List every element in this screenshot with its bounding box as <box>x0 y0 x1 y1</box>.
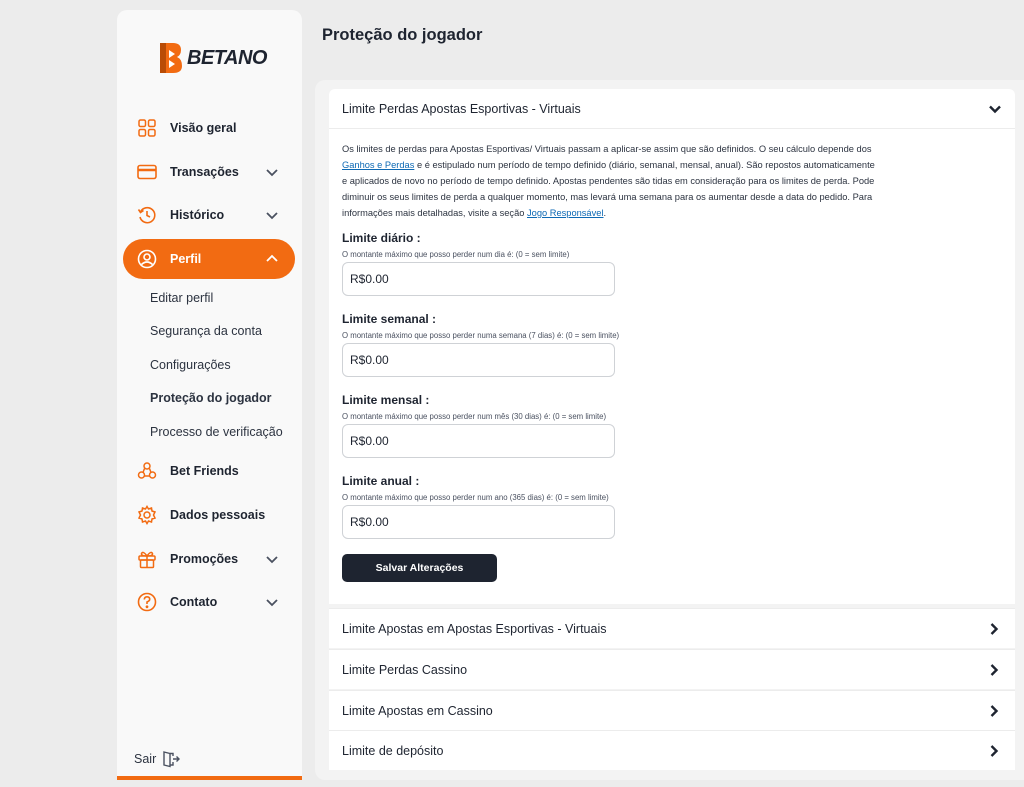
section-description: Os limites de perdas para Apostas Esport… <box>342 141 882 221</box>
gear-icon <box>137 505 157 525</box>
sidebar-item-bet-friends[interactable]: Bet Friends <box>123 451 295 491</box>
accordion-section-open: Limite Perdas Apostas Esportivas - Virtu… <box>329 89 1015 604</box>
accordion-title: Limite Perdas Apostas Esportivas - Virtu… <box>342 101 581 116</box>
chevron-right-icon[interactable] <box>987 663 1001 677</box>
chevron-down-icon[interactable] <box>265 595 279 609</box>
monthly-limit-label: Limite mensal : <box>342 393 430 407</box>
monthly-limit-hint: O montante máximo que posso perder num m… <box>342 412 607 421</box>
accordion-title: Limite Perdas Cassino <box>342 662 468 677</box>
accordion-header[interactable]: Limite Perdas Apostas Esportivas - Virtu… <box>329 89 1015 129</box>
description-text: e é estipulado num período de tempo defi… <box>342 160 875 218</box>
sidebar-item-perfil[interactable]: Perfil <box>123 239 295 279</box>
description-text: Os limites de perdas para Apostas Esport… <box>342 144 872 154</box>
sidebar-item-label: Perfil <box>170 252 202 266</box>
sub-item-editar-perfil[interactable]: Editar perfil <box>150 291 213 305</box>
accordion-title: Limite Apostas em Apostas Esportivas - V… <box>342 621 607 636</box>
chevron-down-icon[interactable] <box>265 552 279 566</box>
sidebar-item-label: Histórico <box>170 208 225 222</box>
chevron-up-icon[interactable] <box>265 252 279 266</box>
history-icon <box>137 205 157 225</box>
accordion-section-limite-apostas-cassino[interactable]: Limite Apostas em Cassino <box>329 690 1015 730</box>
betano-logo-icon <box>160 43 182 73</box>
annual-limit-input[interactable] <box>342 505 615 539</box>
chevron-right-icon[interactable] <box>987 744 1001 758</box>
sub-item-protecao-jogador[interactable]: Proteção do jogador <box>150 391 272 405</box>
save-changes-button[interactable]: Salvar Alterações <box>342 554 497 582</box>
daily-limit-label: Limite diário : <box>342 231 421 245</box>
chevron-right-icon[interactable] <box>987 622 1001 636</box>
sidebar-item-label: Transações <box>170 165 239 179</box>
sidebar-item-label: Dados pessoais <box>170 508 266 522</box>
sub-item-seguranca-conta[interactable]: Segurança da conta <box>150 324 262 338</box>
chevron-right-icon[interactable] <box>987 704 1001 718</box>
daily-limit-hint: O montante máximo que posso perder num d… <box>342 250 570 259</box>
accordion-title: Limite Apostas em Cassino <box>342 703 493 718</box>
sidebar-item-transacoes[interactable]: Transações <box>123 152 295 192</box>
link-ganhos-perdas[interactable]: Ganhos e Perdas <box>342 160 414 170</box>
card-icon <box>137 162 157 182</box>
sidebar-item-label: Visão geral <box>170 121 237 135</box>
accordion-title: Limite de depósito <box>342 743 444 758</box>
help-icon <box>137 592 157 612</box>
description-text: . <box>603 208 607 218</box>
chevron-down-icon[interactable] <box>265 208 279 222</box>
logout-label: Sair <box>134 752 157 766</box>
weekly-limit-hint: O montante máximo que posso perder numa … <box>342 331 620 340</box>
betano-logo[interactable]: BETANO <box>157 40 267 76</box>
logout-button[interactable]: Sair <box>134 750 181 768</box>
sidebar-item-contato[interactable]: Contato <box>123 582 295 622</box>
sidebar-item-label: Contato <box>170 595 218 609</box>
chevron-down-icon[interactable] <box>265 165 279 179</box>
sidebar-item-label: Bet Friends <box>170 464 239 478</box>
annual-limit-label: Limite anual : <box>342 474 420 488</box>
logout-icon <box>163 751 181 768</box>
accordion-section-limite-perdas-cassino[interactable]: Limite Perdas Cassino <box>329 649 1015 689</box>
sidebar-item-label: Promoções <box>170 552 239 566</box>
weekly-limit-input[interactable] <box>342 343 615 377</box>
accordion-section-limite-deposito[interactable]: Limite de depósito <box>329 730 1015 770</box>
accordion-section-limite-apostas-esportivas[interactable]: Limite Apostas em Apostas Esportivas - V… <box>329 608 1015 648</box>
sidebar-item-visao-geral[interactable]: Visão geral <box>123 108 295 148</box>
page-title: Proteção do jogador <box>322 26 483 44</box>
chevron-down-icon[interactable] <box>988 102 1002 116</box>
sidebar: BETANO Visão geral Transações Histórico <box>117 10 302 780</box>
sub-item-processo-verificacao[interactable]: Processo de verificação <box>150 425 283 439</box>
sidebar-item-historico[interactable]: Histórico <box>123 195 295 235</box>
betano-logo-text: BETANO <box>187 46 267 69</box>
monthly-limit-input[interactable] <box>342 424 615 458</box>
sub-item-configuracoes[interactable]: Configurações <box>150 358 231 372</box>
annual-limit-hint: O montante máximo que posso perder num a… <box>342 493 609 502</box>
gift-icon <box>137 549 157 569</box>
friends-icon <box>137 461 157 481</box>
sidebar-item-dados-pessoais[interactable]: Dados pessoais <box>123 495 295 535</box>
user-icon <box>137 249 157 269</box>
daily-limit-input[interactable] <box>342 262 615 296</box>
weekly-limit-label: Limite semanal : <box>342 312 437 326</box>
link-jogo-responsavel[interactable]: Jogo Responsável <box>527 208 604 218</box>
sidebar-item-promocoes[interactable]: Promoções <box>123 539 295 579</box>
grid-icon <box>137 118 157 138</box>
